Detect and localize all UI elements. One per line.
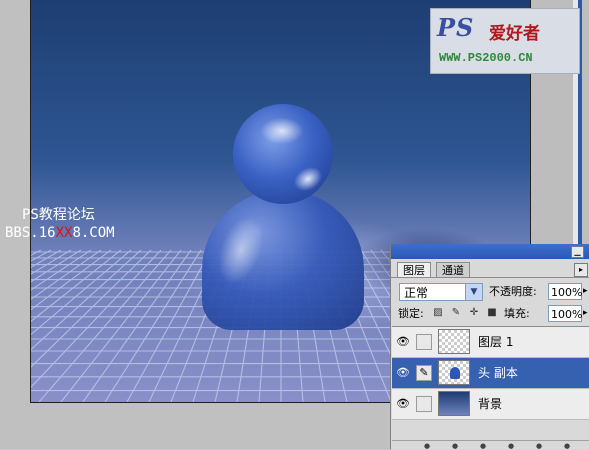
panel-titlebar[interactable]: ▁ [391, 244, 589, 259]
layer-row-selected[interactable]: 👁 ✎ 头 副本 [392, 358, 589, 389]
tab-layers[interactable]: 图层 [397, 262, 431, 278]
logo-cn-text: 爱好者 [489, 24, 540, 44]
grid-line [60, 250, 182, 402]
grid-line [31, 250, 92, 291]
forum-url-red: XX [55, 225, 73, 241]
layer-name: 背景 [478, 397, 503, 411]
forum-title: PS教程论坛 [22, 207, 95, 223]
logo-brand: PS [437, 13, 475, 42]
fill-arrow-icon[interactable]: ▸ [583, 308, 588, 318]
forum-url: BBS.16XX8.COM [5, 225, 115, 241]
chevron-down-icon[interactable]: ▼ [465, 284, 482, 300]
opacity-input[interactable]: 100% [548, 283, 582, 300]
eye-icon[interactable]: 👁 [395, 365, 411, 381]
eye-icon[interactable]: 👁 [395, 334, 411, 350]
checker-lock-icon[interactable]: ▨ [432, 307, 444, 319]
site-logo-watermark: PS 爱好者 WWW.PS2000.CN [430, 8, 580, 74]
tab-divider [391, 277, 589, 278]
layer-thumbnail [438, 391, 470, 416]
logo-url: WWW.PS2000.CN [439, 51, 533, 65]
layer-thumbnail [438, 360, 470, 385]
link-box[interactable] [416, 334, 432, 350]
grid-line [82, 250, 192, 402]
grid-line [31, 250, 162, 389]
padlock-icon[interactable]: ■ [486, 307, 498, 319]
forum-url-prefix: BBS.16 [5, 225, 56, 241]
minimize-icon[interactable]: ▁ [571, 246, 584, 258]
brush-lock-icon[interactable]: ✎ [450, 307, 462, 319]
layers-panel: ▁ 图层 通道 ▸ 正常 ▼ 不透明度: 100% ▸ 锁定: ▨ ✎ ✛ ■ … [390, 244, 589, 450]
tab-channels[interactable]: 通道 [436, 262, 470, 278]
layer-row[interactable]: 👁 背景 [392, 389, 589, 420]
grid-line [31, 250, 72, 275]
blend-mode-value: 正常 [404, 286, 429, 300]
lock-label: 锁定: [398, 307, 424, 320]
opacity-arrow-icon[interactable]: ▸ [583, 286, 588, 296]
layer-name: 图层 1 [478, 335, 514, 349]
layer-name: 头 副本 [478, 366, 518, 380]
blend-mode-select[interactable]: 正常 ▼ [399, 283, 483, 301]
grid-line [38, 250, 172, 402]
grid-line [31, 250, 152, 368]
layer-row[interactable]: 👁 图层 1 [392, 327, 589, 358]
panel-tabs: 图层 通道 ▸ [391, 260, 589, 278]
head-highlight [261, 118, 303, 144]
brush-icon[interactable]: ✎ [416, 365, 432, 381]
panel-menu-icon[interactable]: ▸ [574, 263, 588, 277]
grid-line [31, 250, 142, 351]
layer-thumbnail [438, 329, 470, 354]
eye-icon[interactable]: 👁 [395, 396, 411, 412]
fill-input[interactable]: 100% [548, 305, 582, 322]
link-box[interactable] [416, 396, 432, 412]
fill-label: 填充: [504, 307, 530, 320]
forum-url-suffix: 8.COM [72, 225, 115, 241]
layer-list: 👁 图层 1 👁 ✎ 头 副本 👁 背景 [392, 326, 589, 420]
move-lock-icon[interactable]: ✛ [468, 307, 480, 319]
forum-watermark: PS教程论坛 BBS.16XX8.COM [5, 206, 115, 242]
opacity-label: 不透明度: [489, 285, 537, 298]
